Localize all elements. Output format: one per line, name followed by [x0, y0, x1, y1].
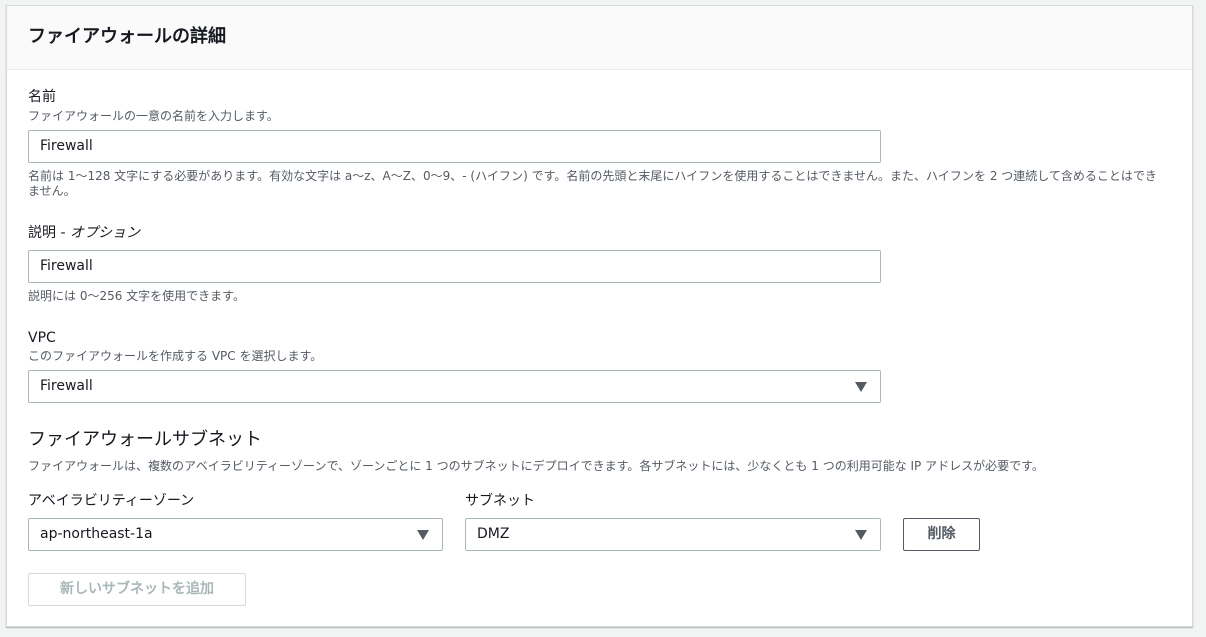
- caret-down-icon: [855, 530, 867, 540]
- remove-subnet-button[interactable]: 削除: [903, 518, 980, 551]
- description-label: 説明 - オプション: [28, 224, 140, 242]
- add-subnet-button[interactable]: 新しいサブネットを追加: [28, 573, 246, 606]
- name-description: ファイアウォールの一意の名前を入力します。: [28, 109, 279, 123]
- subnet-select-value: DMZ: [477, 526, 510, 542]
- firewall-details-panel: ファイアウォールの詳細 名前 ファイアウォールの一意の名前を入力します。 Fir…: [6, 5, 1193, 627]
- name-input[interactable]: Firewall: [28, 130, 881, 163]
- caret-down-icon: [417, 530, 429, 540]
- availability-zone-select[interactable]: ap-northeast-1a: [28, 518, 443, 551]
- description-input[interactable]: Firewall: [28, 250, 881, 283]
- name-label: 名前: [28, 89, 56, 105]
- vpc-select-value: Firewall: [40, 378, 93, 394]
- availability-zone-label: アベイラビリティーゾーン: [28, 493, 195, 509]
- availability-zone-select-value: ap-northeast-1a: [40, 526, 153, 542]
- caret-down-icon: [855, 382, 867, 392]
- name-constraint-text: 名前は 1〜128 文字にする必要があります。有効な文字は a〜z、A〜Z、0〜…: [28, 169, 1157, 198]
- vpc-description: このファイアウォールを作成する VPC を選択します。: [28, 349, 323, 363]
- subnet-label: サブネット: [465, 493, 535, 509]
- vpc-select[interactable]: Firewall: [28, 370, 881, 403]
- description-optional-label: オプション: [69, 225, 140, 241]
- vpc-label: VPC: [28, 330, 56, 346]
- description-constraint-text: 説明には 0〜256 文字を使用できます。: [28, 289, 245, 303]
- subnets-section-title: ファイアウォールサブネット: [28, 429, 262, 450]
- subnets-section-description: ファイアウォールは、複数のアベイラビリティーゾーンで、ゾーンごとに 1 つのサブ…: [28, 459, 1044, 473]
- panel-header: ファイアウォールの詳細: [7, 6, 1192, 70]
- description-label-text: 説明 -: [28, 225, 70, 241]
- subnet-select[interactable]: DMZ: [465, 518, 881, 551]
- panel-title: ファイアウォールの詳細: [28, 26, 226, 47]
